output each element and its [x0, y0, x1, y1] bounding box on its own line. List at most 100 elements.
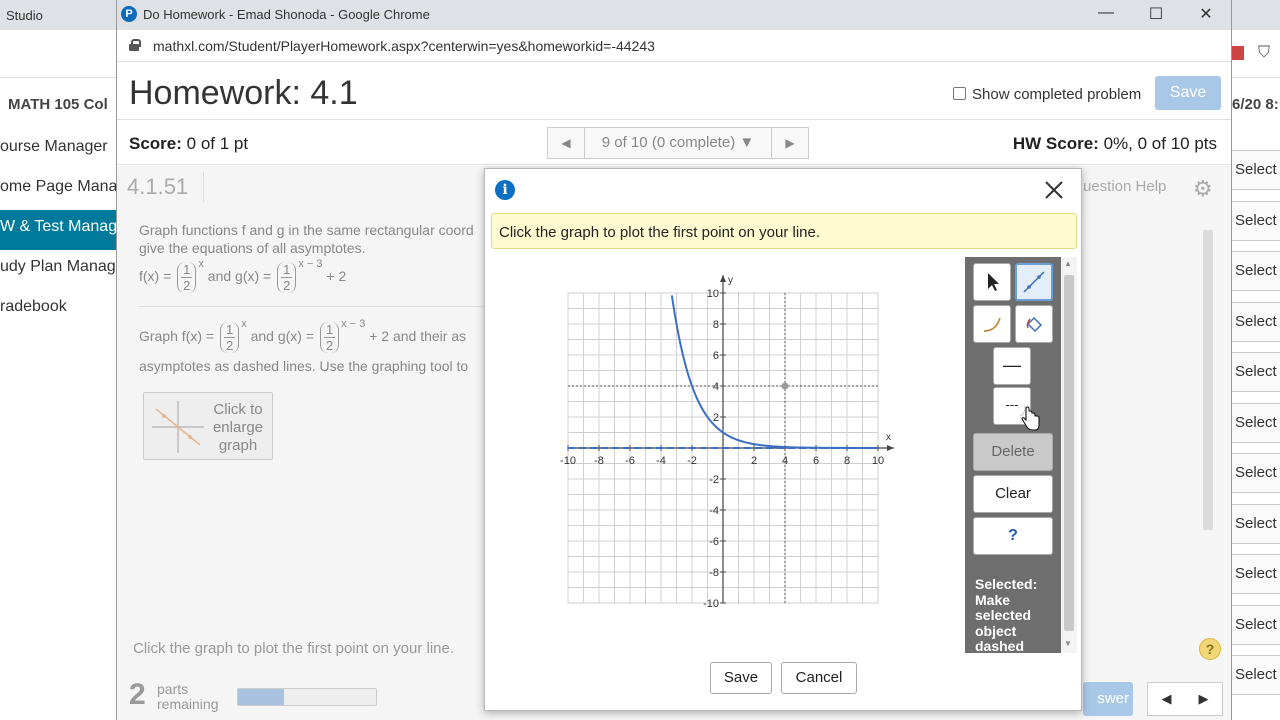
url-text[interactable]: mathxl.com/Student/PlayerHomework.aspx?c… — [153, 38, 655, 54]
scroll-down-icon[interactable]: ▼ — [1064, 639, 1072, 648]
gear-icon[interactable]: ⚙ — [1193, 176, 1213, 202]
y-tick-label: -8 — [709, 567, 719, 579]
fraction-denominator: 2 — [325, 337, 334, 353]
background-select-dropdown[interactable]: Select - — [1228, 251, 1280, 291]
background-select-dropdown[interactable]: Select - — [1228, 554, 1280, 594]
question-help-link[interactable]: uestion Help — [1083, 178, 1166, 195]
shield-icon[interactable]: ⛉ — [1258, 44, 1270, 62]
select-tool-button[interactable] — [973, 263, 1011, 301]
clear-button[interactable]: Clear — [973, 475, 1053, 513]
question-text-line2: give the equations of all asymptotes. — [139, 240, 366, 256]
y-tick-label: 2 — [713, 412, 719, 424]
fraction: 12 — [219, 321, 240, 353]
sidebar-item-hw-test-manager[interactable]: W & Test Manag — [0, 210, 116, 250]
prev-question-icon[interactable]: ◀ — [548, 128, 584, 158]
prev-icon[interactable]: ◀ — [1148, 683, 1185, 715]
url-bar[interactable]: mathxl.com/Student/PlayerHomework.aspx?c… — [117, 30, 1231, 62]
next-question-icon[interactable]: ▶ — [772, 128, 808, 158]
graph-thumbnail-icon — [152, 401, 204, 453]
tool-help-button[interactable]: ? — [973, 517, 1053, 555]
sidebar-item-home-page-manager[interactable]: ome Page Mana — [0, 170, 116, 210]
sidebar-item-course-manager[interactable]: ourse Manager — [0, 130, 116, 170]
close-window-button[interactable]: ✕ — [1183, 4, 1229, 26]
maximize-button[interactable]: ☐ — [1133, 4, 1179, 26]
selected-tool-info: Selected: Make selected object dashed — [975, 576, 1038, 654]
content-scrollbar[interactable] — [1200, 216, 1216, 556]
toolbox-scrollbar[interactable]: ▲ ▼ — [1061, 257, 1077, 653]
lock-icon — [129, 39, 141, 51]
score-row: Score: 0 of 1 pt ◀ 9 of 10 (0 complete) … — [117, 121, 1231, 165]
background-select-dropdown[interactable]: Select - — [1228, 302, 1280, 342]
show-completed-toggle[interactable]: Show completed problem — [953, 86, 1141, 103]
curve-tool-icon — [983, 317, 1001, 332]
fraction: 12 — [277, 261, 297, 293]
line-tool-icon — [1023, 271, 1045, 293]
parts-label: parts — [157, 681, 189, 697]
fraction: 12 — [319, 321, 340, 353]
y-tick-label: -10 — [703, 598, 719, 610]
delete-button[interactable]: Delete — [973, 433, 1053, 471]
dialog-cancel-button[interactable]: Cancel — [781, 662, 857, 694]
coordinate-plane[interactable]: xy-10-8-6-4-2246810-10-8-6-4-2246810 — [485, 257, 965, 657]
fraction-denominator: 2 — [225, 337, 234, 353]
hint-message: Click the graph to plot the first point … — [491, 213, 1077, 249]
background-select-dropdown[interactable]: Select - — [1228, 504, 1280, 544]
instruction-f-label: Graph f(x) = — [139, 328, 215, 344]
x-tick-label: -4 — [656, 455, 666, 467]
hand-cursor-icon — [1020, 406, 1040, 431]
extension-icon[interactable] — [1232, 46, 1244, 60]
exponent: x — [241, 318, 247, 330]
enlarge-graph-button[interactable]: Click to enlarge graph — [143, 392, 273, 460]
background-select-dropdown[interactable]: Select - — [1228, 453, 1280, 493]
window-title: Do Homework - Emad Shonoda - Google Chro… — [143, 7, 430, 22]
sidebar-item-gradebook[interactable]: radebook — [0, 290, 116, 330]
x-tick-label: -6 — [625, 455, 635, 467]
exponent: x — [198, 258, 204, 270]
background-select-dropdown[interactable]: Select - — [1228, 150, 1280, 190]
formula-g-label: and g(x) = — [207, 268, 272, 284]
instruction-g-label: and g(x) = — [250, 328, 315, 344]
next-icon[interactable]: ▶ — [1185, 683, 1222, 715]
show-completed-checkbox[interactable] — [953, 87, 966, 100]
question-selector-label: 9 of 10 (0 complete) — [601, 134, 736, 151]
scroll-up-icon[interactable]: ▲ — [1064, 259, 1072, 268]
background-sidebar: ourse Manager ome Page Mana W & Test Man… — [0, 130, 116, 720]
formula-f-label: f(x) = — [139, 268, 172, 284]
save-button[interactable]: Save — [1155, 76, 1221, 110]
fill-tool-button[interactable] — [1015, 305, 1053, 343]
formula-constant: + 2 — [326, 268, 347, 284]
line-tool-button[interactable] — [1015, 263, 1053, 301]
x-tick-label: 10 — [872, 455, 884, 467]
hw-score-label: HW Score: — [1012, 134, 1099, 153]
graph-canvas[interactable]: xy-10-8-6-4-2246810-10-8-6-4-2246810 — [485, 257, 965, 657]
help-icon[interactable]: ? — [1199, 638, 1221, 660]
exponential-tool-button[interactable] — [973, 305, 1011, 343]
dialog-save-button[interactable]: Save — [710, 662, 772, 694]
background-tab[interactable]: Studio — [0, 0, 49, 30]
minimize-button[interactable]: — — [1083, 4, 1129, 26]
question-formula: f(x) = 12x and g(x) = 12x − 3 + 2 — [139, 258, 346, 293]
check-answer-button[interactable]: swer — [1083, 682, 1133, 716]
close-icon[interactable] — [1041, 177, 1067, 203]
divider — [203, 172, 204, 202]
background-select-dropdown[interactable]: Select - — [1228, 201, 1280, 241]
scrollbar-thumb[interactable] — [1203, 230, 1213, 530]
solid-line-icon: — — [1003, 355, 1021, 375]
info-icon: i — [495, 180, 515, 200]
question-text-line1: Graph functions f and g in the same rect… — [139, 222, 474, 238]
score-label: Score: — [129, 134, 182, 153]
parts-remaining-label: parts remaining — [157, 682, 218, 712]
background-select-dropdown[interactable]: Select - — [1228, 655, 1280, 695]
solid-line-button[interactable]: — — [993, 347, 1031, 385]
background-select-dropdown[interactable]: Select - — [1228, 352, 1280, 392]
y-axis-label: y — [728, 275, 733, 286]
toolbox-scrollbar-thumb[interactable] — [1064, 275, 1074, 631]
arrow-pointer-icon — [988, 273, 999, 291]
dialog-header: i — [485, 169, 1081, 209]
sidebar-item-study-plan-manager[interactable]: udy Plan Manag — [0, 250, 116, 290]
hw-score-value: 0%, 0 of 10 pts — [1103, 134, 1217, 153]
exponent: x − 3 — [341, 318, 366, 330]
background-select-dropdown[interactable]: Select - — [1228, 605, 1280, 645]
question-selector[interactable]: 9 of 10 (0 complete) ▼ — [584, 128, 772, 158]
background-select-dropdown[interactable]: Select - — [1228, 403, 1280, 443]
